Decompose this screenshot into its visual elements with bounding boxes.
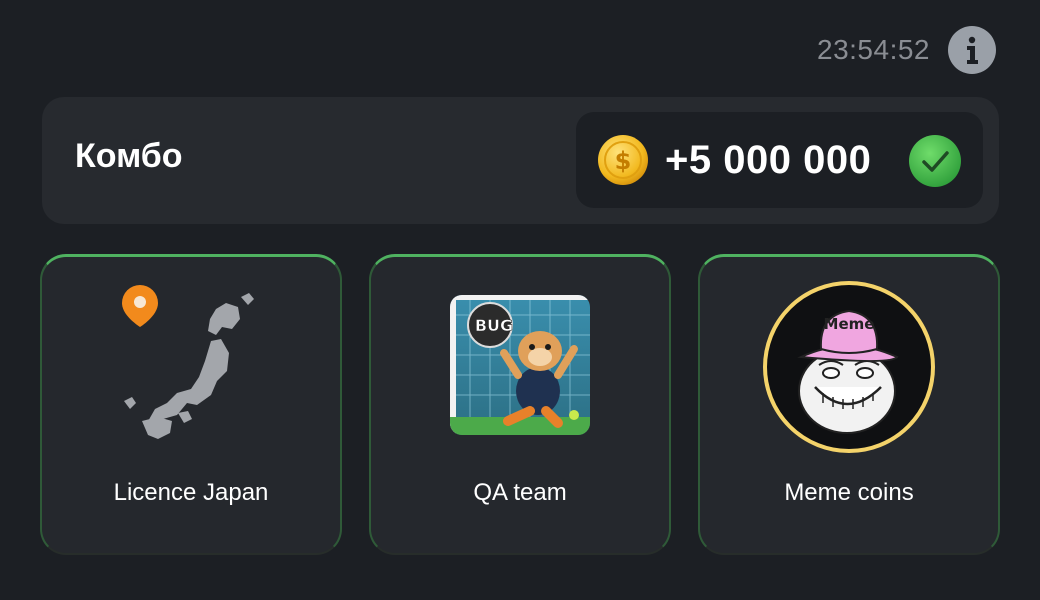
qa-team-image: BUG — [450, 295, 590, 435]
info-icon — [967, 36, 978, 64]
cooldown-timer: 23:54:52 — [817, 34, 930, 65]
combo-panel: Комбо $ +5 000 000 — [42, 97, 999, 224]
combo-reward-pill: $ +5 000 000 — [576, 112, 983, 208]
location-pin-icon — [122, 285, 158, 327]
combo-card-qa-team[interactable]: BUG QA team — [369, 254, 671, 555]
card-label: Meme coins — [784, 479, 914, 506]
check-icon — [909, 135, 961, 187]
info-button[interactable] — [948, 26, 996, 74]
qa-badge-text: BUG — [475, 316, 513, 335]
meme-badge-text: Meme — [824, 315, 875, 333]
combo-card-meme-coins[interactable]: Meme Meme coins — [698, 254, 1000, 555]
combo-card-licence-japan[interactable]: Licence Japan — [40, 254, 342, 555]
svg-text:$: $ — [615, 147, 632, 175]
combo-title: Комбо — [75, 137, 183, 175]
card-label: Licence Japan — [113, 479, 269, 506]
coin-icon: $ — [598, 135, 648, 185]
card-label: QA team — [473, 479, 567, 506]
japan-map-image — [122, 285, 254, 439]
combo-reward-value: +5 000 000 — [665, 138, 872, 182]
meme-coins-image: Meme — [763, 281, 935, 453]
